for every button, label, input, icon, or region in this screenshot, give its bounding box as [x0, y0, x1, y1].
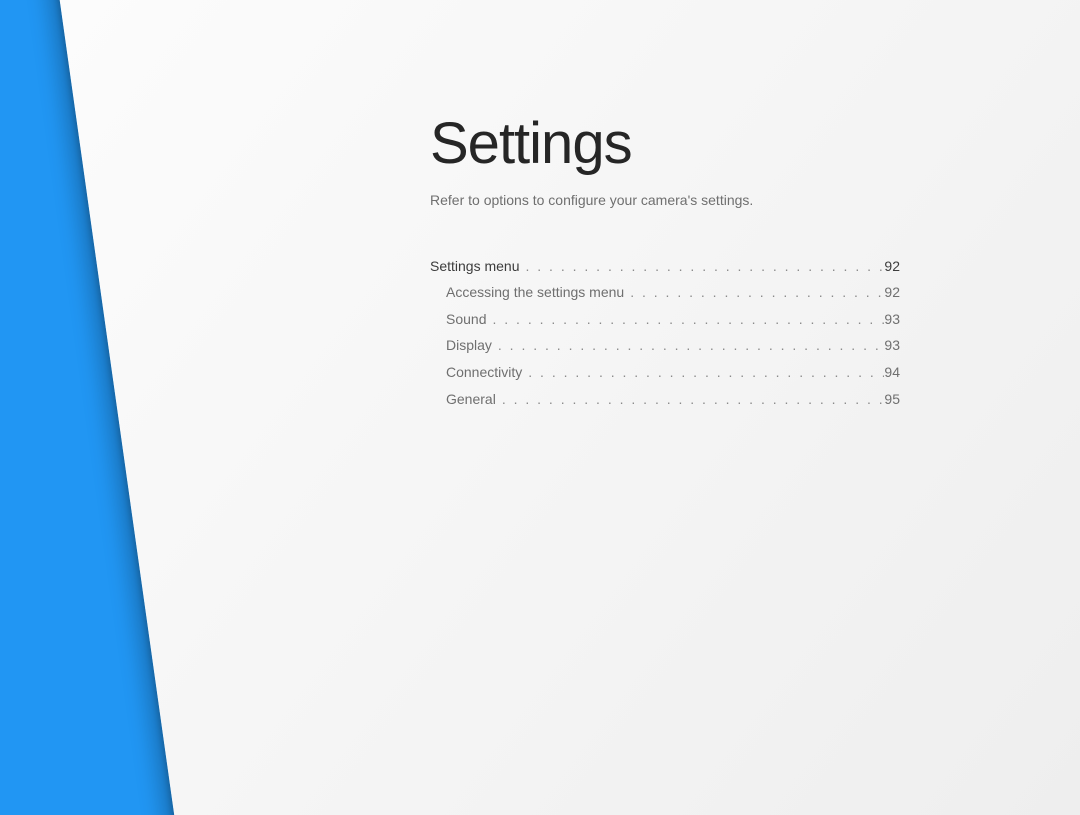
table-of-contents: Settings menu 92 Accessing the settings … [430, 253, 900, 413]
toc-item-sound[interactable]: Sound 93 [430, 306, 900, 333]
toc-section-label: Settings menu [430, 253, 520, 280]
toc-item-page: 93 [884, 306, 900, 333]
toc-item-label: Connectivity [430, 359, 522, 386]
document-stage: Settings Refer to options to configure y… [0, 0, 1080, 815]
toc-item-label: Accessing the settings menu [430, 279, 624, 306]
toc-item-page: 95 [884, 386, 900, 413]
toc-leader-dots [492, 332, 885, 359]
toc-item-label: Sound [430, 306, 486, 333]
toc-item-accessing[interactable]: Accessing the settings menu 92 [430, 279, 900, 306]
toc-leader-dots [496, 386, 885, 413]
toc-leader-dots [624, 279, 884, 306]
toc-item-general[interactable]: General 95 [430, 386, 900, 413]
toc-leader-dots [486, 306, 884, 333]
toc-item-display[interactable]: Display 93 [430, 332, 900, 359]
toc-item-page: 93 [884, 332, 900, 359]
toc-section-settings-menu[interactable]: Settings menu 92 [430, 253, 900, 280]
toc-leader-dots [522, 359, 884, 386]
toc-item-page: 94 [884, 359, 900, 386]
toc-item-label: Display [430, 332, 492, 359]
toc-item-connectivity[interactable]: Connectivity 94 [430, 359, 900, 386]
toc-item-page: 92 [884, 279, 900, 306]
page-title: Settings [430, 110, 900, 177]
toc-leader-dots [520, 253, 885, 280]
toc-section-page: 92 [884, 253, 900, 280]
page-content: Settings Refer to options to configure y… [430, 110, 900, 412]
page-subtitle: Refer to options to configure your camer… [430, 191, 900, 211]
toc-item-label: General [430, 386, 496, 413]
